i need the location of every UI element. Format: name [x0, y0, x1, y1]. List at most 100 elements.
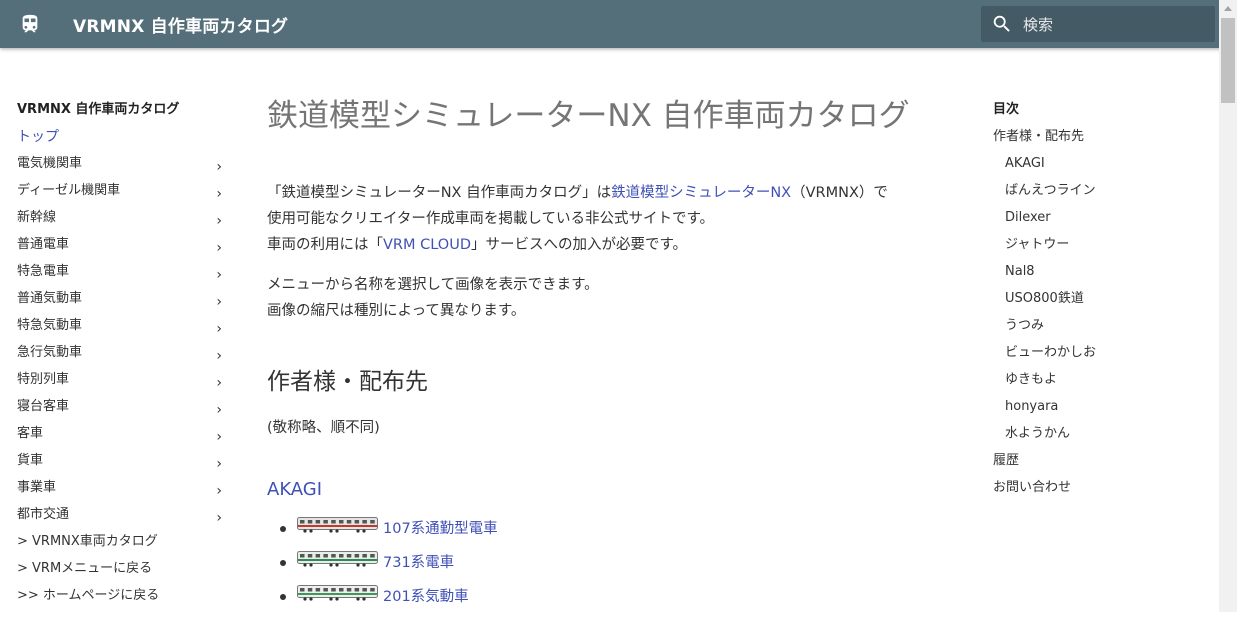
nav-item[interactable]: > VRMメニューに戻る — [17, 559, 232, 586]
nav-item[interactable]: ディーゼル機関車 › — [17, 181, 232, 208]
authors-heading: 作者様・配布先 — [267, 369, 428, 395]
nav-item-label: 都市交通 — [17, 507, 70, 522]
page-scrollbar[interactable] — [1219, 0, 1237, 612]
list-item: 107系通勤型電車 — [267, 516, 957, 553]
train-link[interactable]: 107系通勤型電車 — [383, 521, 498, 537]
toc-item[interactable]: 履歴 — [993, 451, 1193, 478]
nav-item-label: 特急電車 — [17, 264, 70, 279]
train-thumbnail-icon[interactable] — [297, 584, 378, 601]
vrmnx-link[interactable]: 鉄道模型シミュレーターNX — [611, 185, 791, 201]
authors-note: (敬称略、順不同) — [267, 420, 380, 436]
train-link[interactable]: 201系気動車 — [383, 589, 469, 605]
toc-item[interactable]: ばんえつライン — [993, 181, 1193, 208]
nav-item[interactable]: 事業車 › — [17, 478, 232, 505]
usage-text: メニューから名称を選択して画像を表示できます。 — [267, 277, 599, 293]
toc-item[interactable]: 水ようかん — [993, 424, 1193, 451]
usage-text: 画像の縮尺は種別によって異なります。 — [267, 303, 526, 319]
toc-item[interactable]: 作者様・配布先 — [993, 127, 1193, 154]
nav-item-label: 普通気動車 — [17, 291, 83, 306]
intro-text: 使用可能なクリエイター作成車両を掲載している非公式サイトです。 — [267, 211, 715, 227]
primary-nav: VRMNX 自作車両カタログ トップ 電気機関車 › ディーゼル機関車 › 新幹線 › 普通電… — [17, 100, 232, 613]
chevron-right-icon[interactable]: › — [216, 292, 222, 312]
site-title[interactable]: VRMNX 自作車両カタログ — [73, 12, 288, 37]
nav-item-label: 普通電車 — [17, 237, 70, 252]
search-input[interactable] — [1021, 6, 1205, 44]
train-link[interactable]: 731系電車 — [383, 555, 454, 571]
bullet-icon — [280, 560, 286, 566]
nav-item[interactable]: >> ホームページに戻る — [17, 586, 232, 613]
list-item: 201系気動車 — [267, 584, 957, 621]
nav-item-label: 特別列車 — [17, 372, 70, 387]
nav-item[interactable]: 普通気動車 › — [17, 289, 232, 316]
toc-item[interactable]: AKAGI — [993, 154, 1193, 181]
nav-item[interactable]: 特別列車 › — [17, 370, 232, 397]
chevron-right-icon[interactable]: › — [216, 265, 222, 285]
train-list: 107系通勤型電車 731系電車 201系気動車 — [267, 516, 957, 621]
list-item: 731系電車 — [267, 550, 957, 587]
nav-item-label: ディーゼル機関車 — [17, 183, 121, 198]
nav-item[interactable]: 特急電車 › — [17, 262, 232, 289]
intro-text: 」サービスへの加入が必要です。 — [471, 237, 688, 253]
nav-item-label: 新幹線 — [17, 210, 57, 225]
search-icon[interactable] — [991, 13, 1013, 35]
nav-title: VRMNX 自作車両カタログ — [17, 102, 180, 117]
nav-item-label: トップ — [17, 129, 59, 145]
nav-item[interactable]: 新幹線 › — [17, 208, 232, 235]
toc-item[interactable]: お問い合わせ — [993, 478, 1193, 505]
chevron-right-icon[interactable]: › — [216, 508, 222, 528]
toc-item[interactable]: Dilexer — [993, 208, 1193, 235]
author-heading-akagi: AKAGI — [267, 479, 323, 500]
chevron-right-icon[interactable]: › — [216, 157, 222, 177]
bullet-icon — [280, 594, 286, 600]
nav-item-label: 特急気動車 — [17, 318, 83, 333]
page-title: 鉄道模型シミュレーターNX 自作車両カタログ — [267, 98, 910, 134]
top-app-bar: VRMNX 自作車両カタログ — [0, 0, 1237, 48]
toc-item[interactable]: ビューわかしお — [993, 343, 1193, 370]
nav-item-label: 寝台客車 — [17, 399, 70, 414]
train-thumbnail-icon[interactable] — [297, 550, 378, 567]
nav-item[interactable]: 電気機関車 › — [17, 154, 232, 181]
nav-item-label: 貨車 — [17, 453, 44, 468]
chevron-right-icon[interactable]: › — [216, 454, 222, 474]
nav-item[interactable]: > VRMNX車両カタログ — [17, 532, 232, 559]
chevron-right-icon[interactable]: › — [216, 319, 222, 339]
toc-item[interactable]: ジャトウー — [993, 235, 1193, 262]
chevron-right-icon[interactable]: › — [216, 373, 222, 393]
nav-item[interactable]: トップ — [17, 127, 232, 154]
chevron-right-icon[interactable]: › — [216, 238, 222, 258]
scroll-up-arrow-icon[interactable] — [1224, 6, 1232, 11]
toc-item[interactable]: Nal8 — [993, 262, 1193, 289]
nav-item[interactable]: 都市交通 › — [17, 505, 232, 532]
intro-text: 車両の利用には「 — [267, 237, 383, 253]
toc-item[interactable]: うつみ — [993, 316, 1193, 343]
nav-item-label: 客車 — [17, 426, 44, 441]
nav-item-label: 電気機関車 — [17, 156, 83, 171]
nav-item[interactable]: 特急気動車 › — [17, 316, 232, 343]
vrm-cloud-link[interactable]: VRM CLOUD — [383, 237, 471, 253]
train-thumbnail-icon[interactable] — [297, 516, 378, 533]
chevron-right-icon[interactable]: › — [216, 184, 222, 204]
table-of-contents: 目次 作者様・配布先 AKAGI ばんえつライン Dilexer ジャトウー Nal8 US… — [993, 100, 1193, 505]
chevron-right-icon[interactable]: › — [216, 346, 222, 366]
bullet-icon — [280, 526, 286, 532]
chevron-right-icon[interactable]: › — [216, 211, 222, 231]
chevron-right-icon[interactable]: › — [216, 427, 222, 447]
chevron-right-icon[interactable]: › — [216, 481, 222, 501]
nav-item[interactable]: 普通電車 › — [17, 235, 232, 262]
nav-item[interactable]: 寝台客車 › — [17, 397, 232, 424]
train-icon[interactable] — [19, 13, 41, 35]
toc-item[interactable]: ゆきもよ — [993, 370, 1193, 397]
nav-item[interactable]: 貨車 › — [17, 451, 232, 478]
nav-item-label: 事業車 — [17, 480, 57, 495]
scroll-thumb[interactable] — [1221, 18, 1235, 103]
nav-item[interactable]: 急行気動車 › — [17, 343, 232, 370]
nav-item-label: > VRMメニューに戻る — [17, 561, 153, 576]
toc-item[interactable]: honyara — [993, 397, 1193, 424]
search-box[interactable] — [981, 6, 1215, 44]
nav-item[interactable]: 客車 › — [17, 424, 232, 451]
main-content: 鉄道模型シミュレーターNX 自作車両カタログ 「鉄道模型シミュレーターNX 自作… — [267, 92, 957, 621]
toc-item[interactable]: USO800鉄道 — [993, 289, 1193, 316]
nav-item-label: 急行気動車 — [17, 345, 83, 360]
intro-paragraph: 「鉄道模型シミュレーターNX 自作車両カタログ」は鉄道模型シミュレーターNX（V… — [267, 180, 957, 324]
chevron-right-icon[interactable]: › — [216, 400, 222, 420]
